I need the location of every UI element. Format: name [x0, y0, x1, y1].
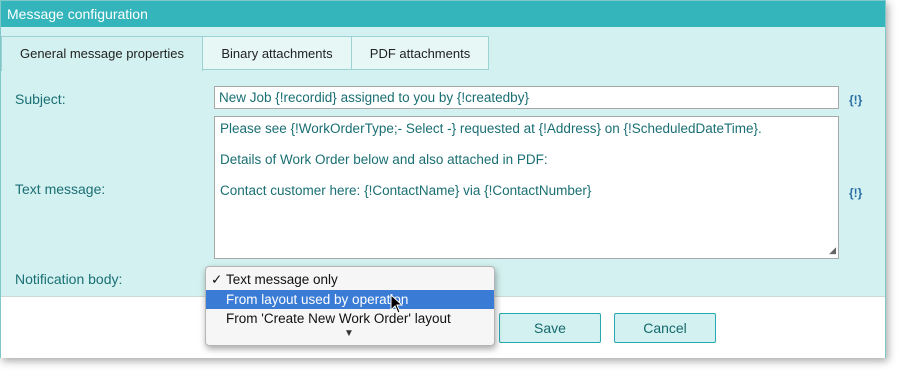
cancel-button[interactable]: Cancel — [614, 313, 716, 343]
option-label: From layout used by operation — [226, 292, 409, 307]
text-message-label: Text message: — [15, 181, 106, 197]
resize-handle-icon[interactable]: ◢ — [829, 245, 836, 256]
save-button[interactable]: Save — [499, 313, 601, 343]
checkmark-icon: ✓ — [211, 272, 223, 287]
subject-label: Subject: — [15, 91, 66, 107]
option-label: Text message only — [226, 272, 338, 287]
text-message-line: Please see {!WorkOrderType;- Select -} r… — [220, 121, 762, 136]
notification-body-label: Notification body: — [15, 271, 123, 287]
option-from-layout-used-by-operation[interactable]: From layout used by operation — [206, 290, 494, 309]
tab-binary-attachments[interactable]: Binary attachments — [202, 36, 352, 70]
text-message-textarea[interactable]: Please see {!WorkOrderType;- Select -} r… — [214, 116, 839, 259]
option-label: From 'Create New Work Order' layout — [226, 311, 451, 326]
scroll-down-arrow-icon[interactable]: ▼ — [344, 328, 354, 339]
option-from-create-new-work-order-layout[interactable]: From 'Create New Work Order' layout — [206, 309, 494, 328]
text-message-line: Details of Work Order below and also att… — [220, 152, 548, 167]
tab-pdf-attachments[interactable]: PDF attachments — [351, 36, 489, 70]
subject-parameter-button[interactable]: {!} — [849, 93, 862, 107]
option-text-message-only[interactable]: ✓ Text message only — [206, 270, 494, 289]
notification-body-dropdown[interactable]: ✓ Text message only From layout used by … — [205, 266, 495, 346]
text-message-line: Contact customer here: {!ContactName} vi… — [220, 183, 592, 198]
text-message-parameter-button[interactable]: {!} — [849, 186, 862, 200]
mouse-cursor-icon — [390, 294, 404, 314]
dialog-title: Message configuration — [1, 1, 885, 27]
subject-input[interactable]: New Job {!recordid} assigned to you by {… — [214, 86, 839, 109]
tab-general-message-properties[interactable]: General message properties — [1, 36, 203, 71]
